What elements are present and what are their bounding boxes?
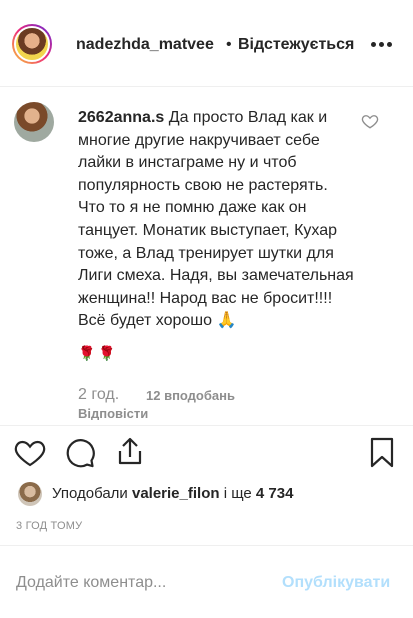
comment-like-icon[interactable] xyxy=(361,112,379,130)
bookmark-icon[interactable] xyxy=(366,436,398,468)
comment-time: 2 год. xyxy=(78,386,120,403)
comment-icon[interactable] xyxy=(64,436,96,468)
likes-summary: Уподобали valerie_filon і ще 4 734 xyxy=(52,485,293,502)
follow-status-button[interactable]: Відстежується xyxy=(238,36,354,54)
comment-body: 2662anna.s Да просто Влад как и многие д… xyxy=(78,107,358,333)
comment-likes-count[interactable]: 12 вподобань xyxy=(146,388,235,403)
post-timestamp: 3 ГОД ТОМУ xyxy=(16,520,83,532)
comment-emoji-tail: 🌹🌹 xyxy=(78,345,119,361)
likes-and: і ще xyxy=(223,485,252,502)
more-options-icon[interactable] xyxy=(371,42,393,48)
add-comment-divider xyxy=(0,545,413,546)
commenter-username[interactable]: 2662anna.s xyxy=(78,109,164,126)
post-comment-button[interactable]: Опублікувати xyxy=(282,574,390,592)
reply-button[interactable]: Відповісти xyxy=(78,406,148,420)
liker-username[interactable]: valerie_filon xyxy=(132,485,220,502)
liker-avatar[interactable] xyxy=(18,482,42,506)
comments-divider xyxy=(0,425,413,426)
comment-text: Да просто Влад как и многие другие накру… xyxy=(78,109,354,330)
likes-prefix: Уподобали xyxy=(52,485,128,502)
header-divider xyxy=(0,86,413,87)
post-header: nadezhda_matvee • Відстежується xyxy=(0,0,413,86)
header-separator: • xyxy=(226,36,232,53)
author-avatar[interactable] xyxy=(12,24,52,64)
share-icon[interactable] xyxy=(114,436,146,468)
heart-icon[interactable] xyxy=(14,437,46,469)
add-comment-input[interactable]: Додайте коментар... xyxy=(16,574,246,592)
commenter-avatar[interactable] xyxy=(14,102,54,142)
likes-count[interactable]: 4 734 xyxy=(256,485,294,502)
author-username[interactable]: nadezhda_matvee xyxy=(76,36,214,54)
